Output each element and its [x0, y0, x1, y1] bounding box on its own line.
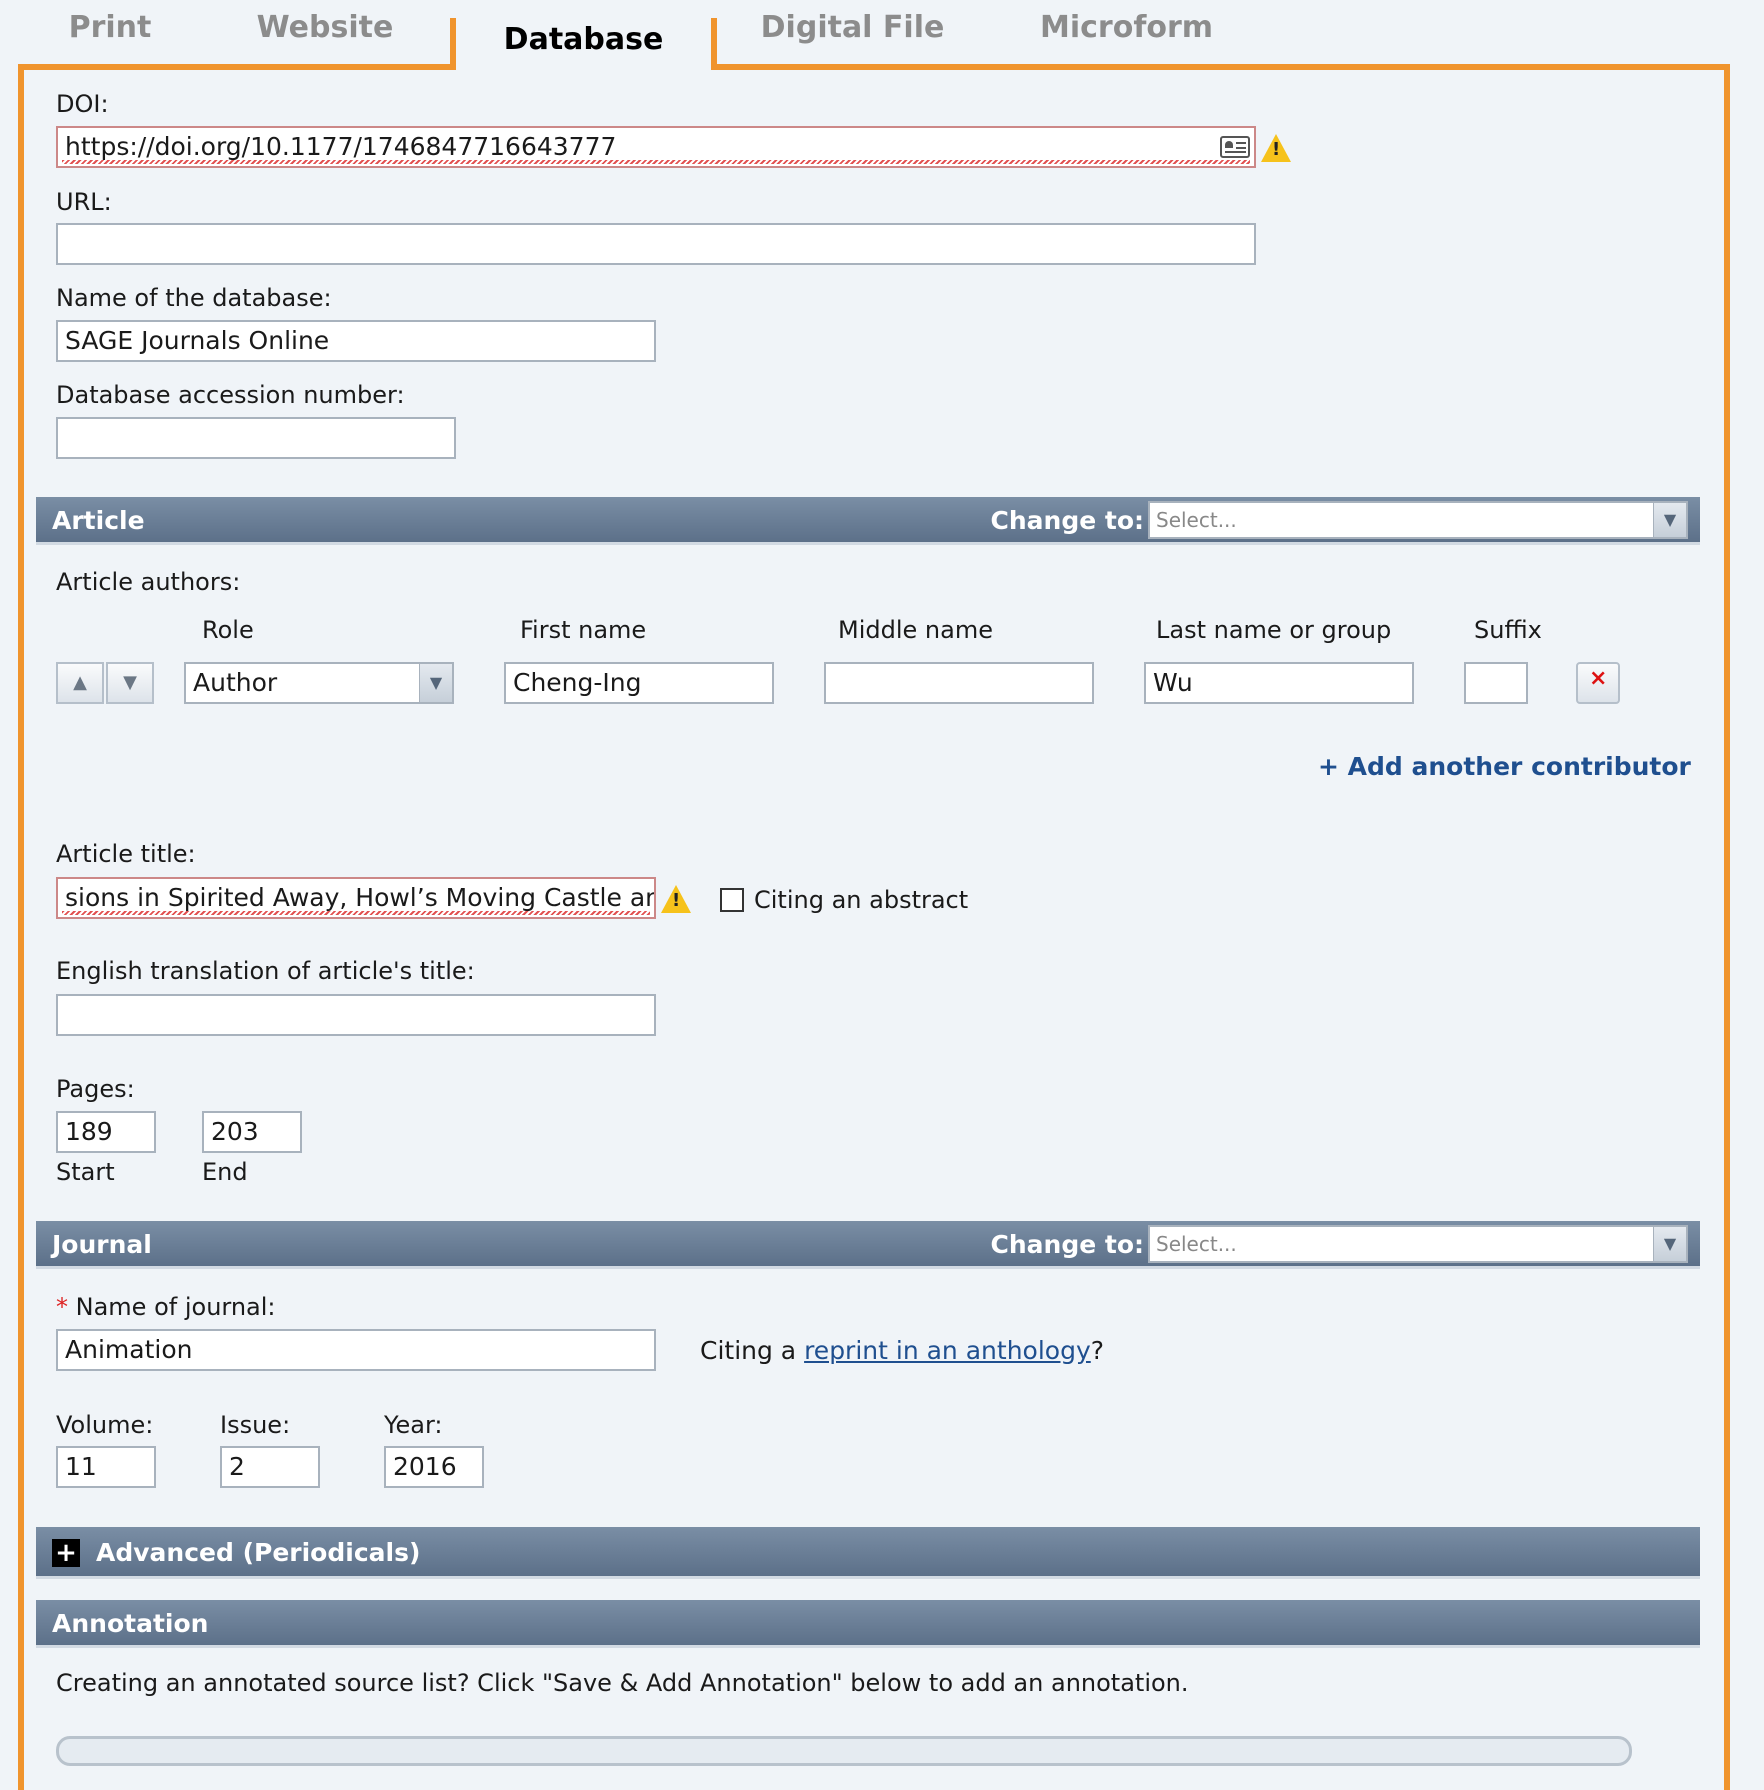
accession-label: Database accession number:: [56, 381, 405, 409]
doi-input[interactable]: https://doi.org/10.1177/1746847716643777: [56, 126, 1256, 168]
year-input[interactable]: 2016: [384, 1446, 484, 1488]
article-title-label: Article title:: [56, 840, 196, 868]
journal-type-select-value: Select...: [1156, 1232, 1237, 1256]
chevron-down-icon[interactable]: ▼: [1653, 1227, 1686, 1261]
close-icon: ×: [1589, 666, 1608, 691]
author-last-name-input[interactable]: Wu: [1144, 662, 1414, 704]
page-start-input[interactable]: 189: [56, 1111, 156, 1153]
tab-microform[interactable]: Microform: [1040, 0, 1213, 60]
journal-name-input[interactable]: Animation: [56, 1329, 656, 1371]
citing-abstract-label: Citing an abstract: [754, 886, 969, 914]
article-change-to-label: Change to:: [990, 506, 1145, 535]
warning-icon: !: [1261, 134, 1291, 162]
author-middle-name-input[interactable]: [824, 662, 1094, 704]
annotation-help-text: Creating an annotated source list? Click…: [56, 1669, 1189, 1697]
journal-change-to-label: Change to:: [990, 1230, 1145, 1259]
url-label: URL:: [56, 188, 112, 216]
reprint-suffix: ?: [1090, 1336, 1105, 1365]
article-section-header: Article Change to: Select... ▼: [36, 497, 1700, 545]
journal-section-title: Journal: [52, 1230, 152, 1259]
add-contributor-link[interactable]: + Add another contributor: [1318, 752, 1691, 781]
article-type-select-value: Select...: [1156, 508, 1237, 532]
database-name-label: Name of the database:: [56, 284, 332, 312]
url-input[interactable]: [56, 223, 1256, 265]
volume-input[interactable]: 11: [56, 1446, 156, 1488]
move-up-button[interactable]: ▲: [56, 662, 104, 704]
advanced-periodicals-label: Advanced (Periodicals): [96, 1538, 421, 1567]
author-role-value: Author: [193, 668, 278, 697]
doi-value: https://doi.org/10.1177/1746847716643777: [65, 132, 617, 161]
tab-underline-left: [18, 64, 450, 70]
tab-website[interactable]: Website: [230, 0, 420, 60]
journal-section-header: Journal Change to: Select... ▼: [36, 1221, 1700, 1269]
chevron-down-icon[interactable]: ▼: [419, 664, 452, 702]
expand-plus-icon[interactable]: +: [52, 1539, 80, 1567]
journal-name-label-text: Name of journal:: [75, 1293, 276, 1321]
reprint-prompt: Citing a reprint in an anthology?: [700, 1336, 1104, 1365]
author-suffix-input[interactable]: [1464, 662, 1528, 704]
chevron-down-icon[interactable]: ▼: [1653, 503, 1686, 537]
pages-label: Pages:: [56, 1075, 135, 1103]
save-annotation-button-edge[interactable]: [56, 1736, 1632, 1766]
page-start-label: Start: [56, 1158, 115, 1186]
citing-abstract-checkbox[interactable]: [720, 888, 744, 912]
translation-input[interactable]: [56, 994, 656, 1036]
accession-input[interactable]: [56, 417, 456, 459]
page-end-input[interactable]: 203: [202, 1111, 302, 1153]
annotation-section-title: Annotation: [52, 1609, 209, 1638]
col-middle-name-header: Middle name: [838, 616, 993, 644]
volume-label: Volume:: [56, 1411, 154, 1439]
tab-underline-right: [705, 64, 1724, 70]
spellcheck-underline: [62, 911, 650, 915]
remove-contributor-button[interactable]: ×: [1576, 662, 1620, 704]
article-title-value: sions in Spirited Away, Howl’s Moving Ca…: [65, 883, 654, 912]
required-mark: *: [56, 1293, 68, 1321]
reprint-anthology-link[interactable]: reprint in an anthology: [804, 1336, 1091, 1365]
contact-card-icon[interactable]: [1220, 136, 1250, 158]
author-role-select[interactable]: Author ▼: [184, 662, 454, 704]
warning-icon: !: [661, 885, 691, 913]
journal-type-select[interactable]: Select... ▼: [1148, 1225, 1688, 1263]
database-name-input[interactable]: SAGE Journals Online: [56, 320, 656, 362]
year-label: Year:: [384, 1411, 443, 1439]
tab-database[interactable]: Database: [450, 18, 717, 70]
col-suffix-header: Suffix: [1474, 616, 1542, 644]
move-down-button[interactable]: ▼: [106, 662, 154, 704]
page-end-label: End: [202, 1158, 248, 1186]
tab-digital-file[interactable]: Digital File: [760, 0, 945, 60]
article-title-input[interactable]: sions in Spirited Away, Howl’s Moving Ca…: [56, 877, 656, 919]
article-authors-label: Article authors:: [56, 568, 241, 596]
journal-name-label: * Name of journal:: [56, 1293, 276, 1321]
annotation-section-header: Annotation: [36, 1600, 1700, 1648]
col-role-header: Role: [202, 616, 254, 644]
article-section-title: Article: [52, 506, 145, 535]
spellcheck-underline: [62, 160, 1250, 164]
article-type-select[interactable]: Select... ▼: [1148, 501, 1688, 539]
col-last-name-header: Last name or group: [1156, 616, 1392, 644]
reprint-prefix: Citing a: [700, 1336, 805, 1365]
issue-input[interactable]: 2: [220, 1446, 320, 1488]
tab-print[interactable]: Print: [40, 0, 180, 60]
issue-label: Issue:: [220, 1411, 291, 1439]
translation-label: English translation of article's title:: [56, 957, 475, 985]
doi-label: DOI:: [56, 90, 109, 118]
advanced-periodicals-toggle[interactable]: + Advanced (Periodicals): [36, 1527, 1700, 1579]
author-first-name-input[interactable]: Cheng-Ing: [504, 662, 774, 704]
col-first-name-header: First name: [520, 616, 647, 644]
